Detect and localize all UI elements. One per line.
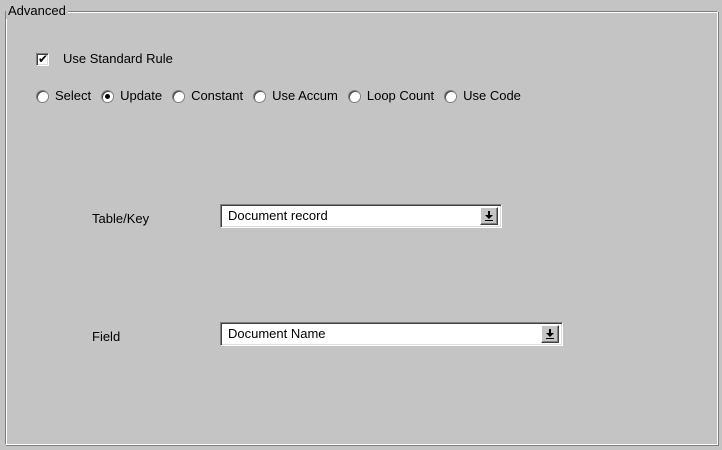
dropdown-arrow-icon (546, 329, 554, 339)
table-key-dropdown[interactable]: Document record (220, 204, 502, 228)
groupbox-title: Advanced (6, 3, 68, 19)
radio-button[interactable] (172, 89, 186, 103)
radio-button[interactable] (444, 89, 458, 103)
dropdown-value: Document Name (228, 326, 326, 341)
radio-button-selected[interactable] (101, 89, 115, 103)
radio-label: Loop Count (366, 88, 435, 103)
checkbox-box[interactable]: ✔ (36, 51, 49, 66)
dropdown-arrow-icon (485, 211, 493, 221)
radio-update[interactable]: Update (101, 88, 162, 104)
radio-constant[interactable]: Constant (172, 88, 243, 104)
radio-label: Use Accum (272, 88, 338, 103)
radio-use-accum[interactable]: Use Accum (253, 88, 338, 104)
radio-button[interactable] (347, 89, 361, 103)
radio-label: Select (55, 88, 92, 103)
dropdown-arrow-button[interactable] (541, 325, 559, 343)
checkmark-icon: ✔ (38, 51, 49, 66)
table-key-label: Table/Key (92, 211, 150, 226)
radio-select[interactable]: Select (36, 88, 91, 104)
dropdown-arrow-button[interactable] (480, 207, 498, 225)
use-standard-rule-checkbox[interactable]: ✔ Use Standard Rule (36, 51, 173, 67)
field-dropdown[interactable]: Document Name (220, 322, 563, 346)
dropdown-value: Document record (228, 208, 328, 223)
radio-loop-count[interactable]: Loop Count (347, 88, 435, 104)
radio-button[interactable] (253, 89, 267, 103)
rule-type-radio-group: Select Update Constant Use Accum Loop Co… (36, 88, 531, 104)
radio-label: Update (120, 88, 163, 103)
advanced-groupbox (5, 11, 718, 445)
radio-label: Constant (191, 88, 244, 103)
radio-label: Use Code (463, 88, 521, 103)
radio-button[interactable] (36, 89, 49, 103)
checkbox-label: Use Standard Rule (63, 51, 173, 66)
radio-use-code[interactable]: Use Code (444, 88, 521, 104)
field-label: Field (92, 329, 121, 344)
